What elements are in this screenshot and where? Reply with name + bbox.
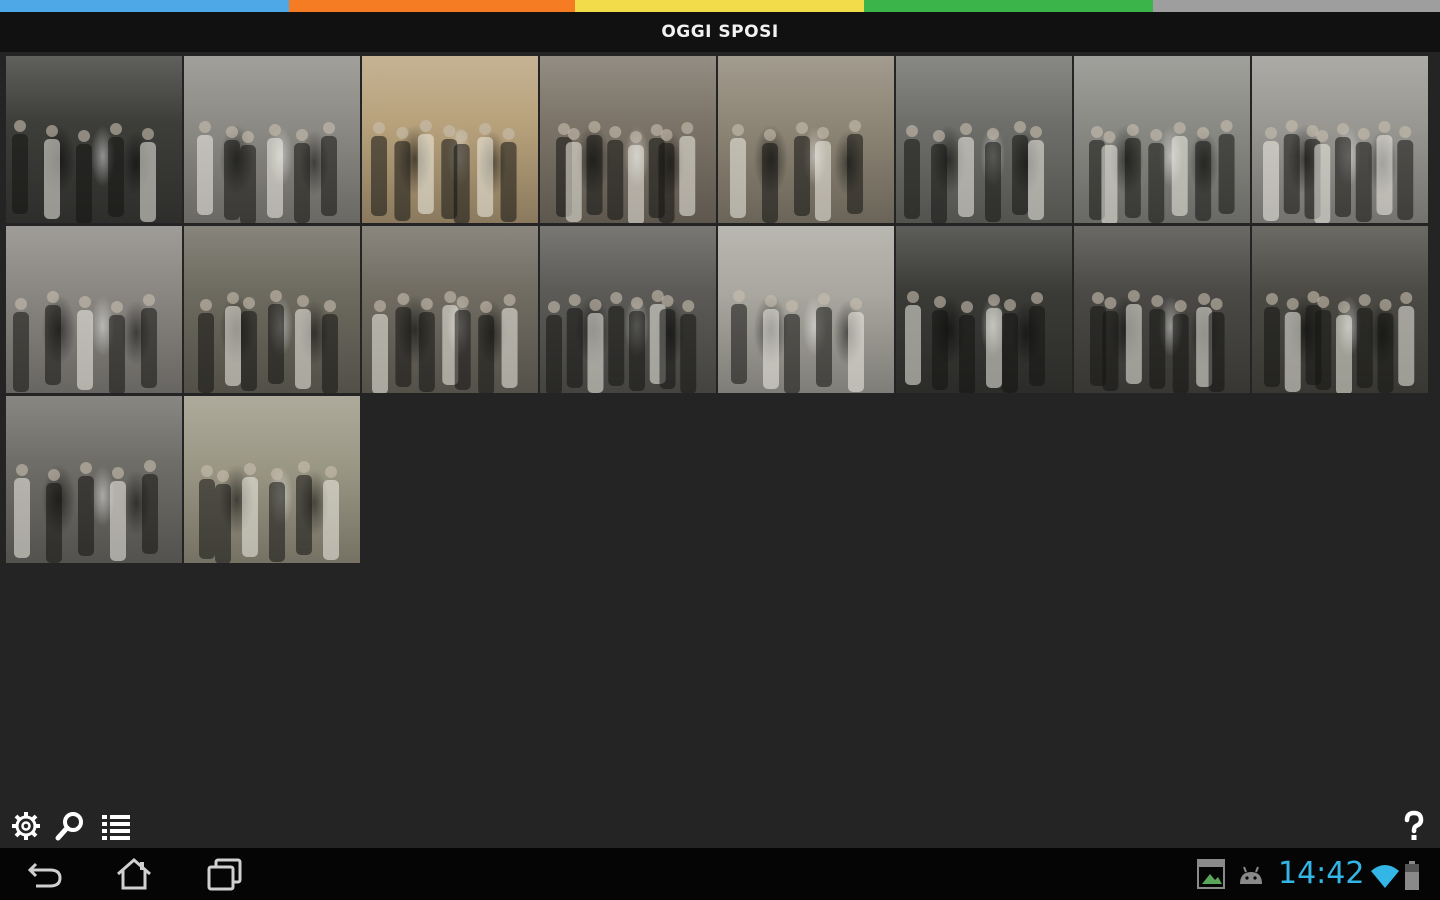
- photo-image: [199, 461, 339, 563]
- wifi-icon: [1370, 862, 1400, 894]
- settings-icon[interactable]: [10, 810, 42, 842]
- back-icon[interactable]: [26, 856, 66, 892]
- accent-segment-yellow: [575, 0, 864, 12]
- help-icon[interactable]: [1400, 810, 1428, 842]
- photo-thumbnail[interactable]: [540, 226, 716, 393]
- photo-thumbnail[interactable]: [362, 226, 538, 393]
- photo-image: [198, 290, 338, 393]
- list-icon[interactable]: [100, 810, 132, 842]
- photo-thumbnail[interactable]: [1252, 226, 1428, 393]
- photo-image: [372, 291, 518, 393]
- photo-thumbnail[interactable]: [1074, 56, 1250, 223]
- photo-thumbnail[interactable]: [6, 226, 182, 393]
- home-icon[interactable]: [114, 856, 154, 892]
- accent-segment-blue: [0, 0, 289, 12]
- photo-thumbnail[interactable]: [184, 396, 360, 563]
- photo-image: [731, 290, 864, 393]
- photo-image: [197, 121, 337, 223]
- photo-image: [904, 121, 1044, 223]
- photo-thumbnail[interactable]: [540, 56, 716, 223]
- photo-thumbnail[interactable]: [1252, 56, 1428, 223]
- status-clock: 14:42: [1278, 856, 1365, 891]
- color-accent-strip: [0, 0, 1440, 12]
- search-icon[interactable]: [54, 810, 86, 842]
- accent-segment-green: [864, 0, 1153, 12]
- accent-segment-orange: [289, 0, 575, 12]
- bottom-toolbar: [0, 804, 1440, 848]
- photo-thumbnail[interactable]: [184, 56, 360, 223]
- photo-image: [1089, 120, 1235, 223]
- photo-thumbnail[interactable]: [718, 226, 894, 393]
- photo-image: [556, 121, 696, 223]
- photo-image: [905, 291, 1045, 393]
- photo-image: [371, 120, 517, 223]
- accent-segment-gray: [1153, 0, 1440, 12]
- battery-icon: [1404, 860, 1420, 896]
- photo-image: [1264, 291, 1415, 393]
- photo-thumbnail[interactable]: [1074, 226, 1250, 393]
- photo-image: [1263, 120, 1414, 223]
- photo-thumbnail[interactable]: [718, 56, 894, 223]
- photo-thumbnail[interactable]: [184, 226, 360, 393]
- photo-thumbnail[interactable]: [896, 226, 1072, 393]
- photo-thumbnail[interactable]: [6, 56, 182, 223]
- page-title: OGGI SPOSI: [661, 22, 779, 42]
- gallery-notification-icon: [1196, 858, 1226, 894]
- photo-thumbnail[interactable]: [362, 56, 538, 223]
- photo-image: [14, 460, 158, 563]
- recent-apps-icon[interactable]: [204, 856, 244, 892]
- photo-thumbnail[interactable]: [896, 56, 1072, 223]
- photo-thumbnail[interactable]: [6, 396, 182, 563]
- photo-image: [13, 291, 157, 393]
- title-bar: OGGI SPOSI: [0, 12, 1440, 52]
- photo-image: [12, 120, 156, 223]
- photo-grid: [6, 56, 1434, 563]
- photo-image: [730, 120, 863, 223]
- photo-image: [1090, 290, 1225, 393]
- photo-image: [546, 290, 697, 393]
- android-icon: [1236, 864, 1266, 892]
